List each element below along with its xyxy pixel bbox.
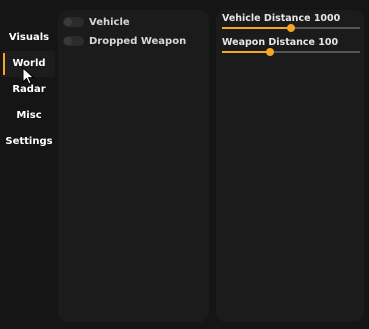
mouse-pointer-icon (22, 67, 35, 85)
vehicle-toggle-switch[interactable] (63, 17, 84, 27)
weapon-distance-slider-thumb[interactable] (266, 48, 275, 56)
dropped-weapon-toggle[interactable]: Dropped Weapon (63, 34, 186, 48)
sidebar-item-label: Visuals (8, 32, 50, 43)
sidebar-item-label: Radar (12, 84, 46, 95)
weapon-distance-slider[interactable] (222, 48, 360, 56)
vehicle-toggle-label: Vehicle (89, 16, 130, 28)
sidebar-item-settings[interactable]: Settings (3, 129, 55, 155)
sidebar-item-label: Settings (5, 136, 53, 147)
vehicle-toggle[interactable]: Vehicle (63, 15, 130, 29)
app-window: Visuals World Radar Misc Settings Vehicl… (0, 0, 369, 329)
vehicle-distance-slider-block: Vehicle Distance 1000 (222, 12, 360, 32)
dropped-weapon-toggle-switch[interactable] (63, 36, 84, 46)
weapon-distance-slider-block: Weapon Distance 100 (222, 36, 360, 56)
world-sliders-panel: Vehicle Distance 1000 Weapon Distance 10… (216, 10, 364, 322)
vehicle-distance-slider-thumb[interactable] (287, 24, 295, 32)
weapon-distance-slider-fill (222, 51, 271, 53)
world-toggles-panel: Vehicle Dropped Weapon (58, 10, 209, 322)
sidebar-item-visuals[interactable]: Visuals (3, 25, 55, 51)
vehicle-distance-slider-fill (222, 27, 291, 29)
vehicle-distance-slider[interactable] (222, 24, 360, 32)
dropped-weapon-toggle-label: Dropped Weapon (89, 35, 187, 47)
sidebar: Visuals World Radar Misc Settings (3, 25, 55, 155)
sidebar-item-misc[interactable]: Misc (3, 103, 55, 129)
weapon-distance-label: Weapon Distance 100 (222, 37, 339, 48)
sidebar-item-label: Misc (16, 110, 42, 121)
